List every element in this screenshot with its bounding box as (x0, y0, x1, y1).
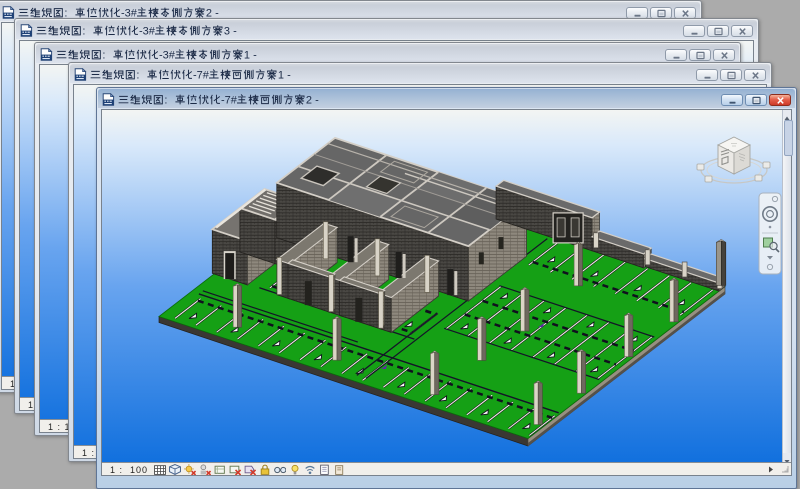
svg-text::: : (82, 25, 85, 37)
svg-text::: : (164, 94, 167, 106)
svg-text:1 -: 1 - (278, 69, 291, 81)
svg-text:3 -: 3 - (224, 25, 237, 37)
svg-text:2 -: 2 - (306, 94, 319, 106)
svg-text:-7#: -7# (193, 69, 210, 81)
svg-text:-3#: -3# (159, 49, 176, 61)
svg-text:1 -: 1 - (244, 49, 257, 61)
svg-text::: : (136, 69, 139, 81)
svg-text:-3#: -3# (139, 25, 156, 37)
svg-text::: : (102, 49, 105, 61)
svg-text:-7#: -7# (221, 94, 238, 106)
